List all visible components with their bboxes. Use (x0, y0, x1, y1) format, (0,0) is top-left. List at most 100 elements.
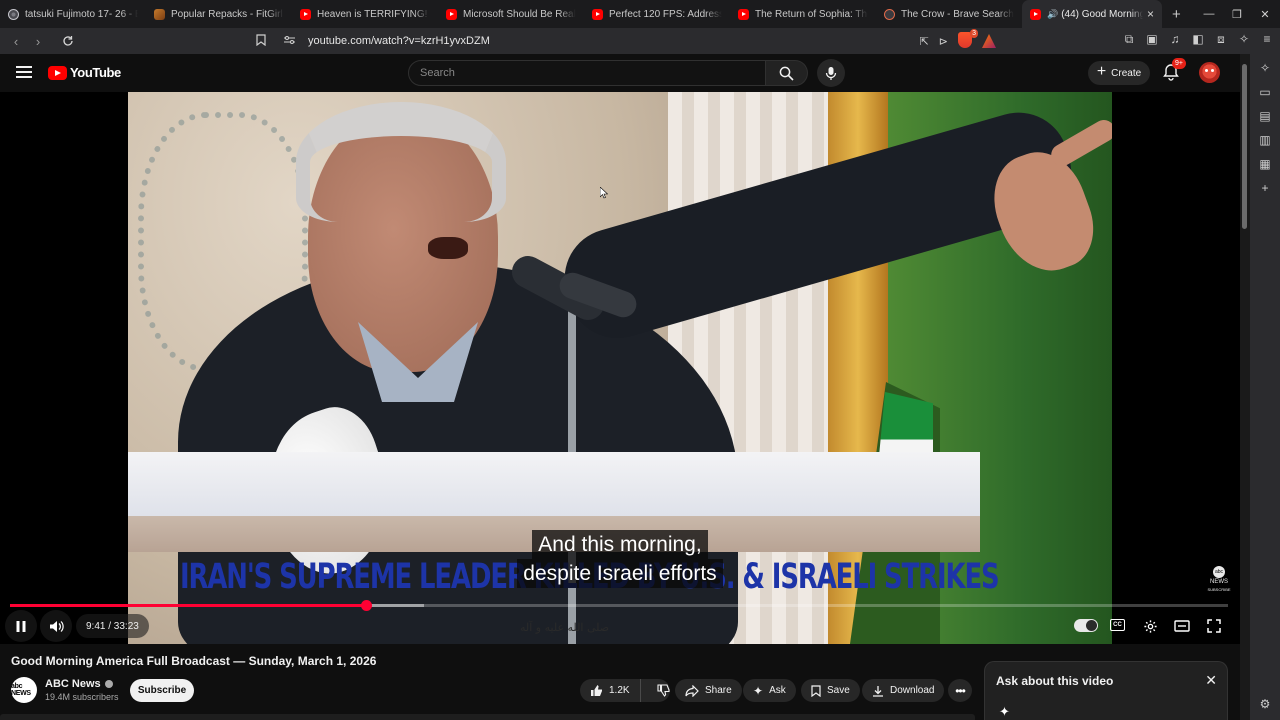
browser-tab[interactable]: Heaven is TERRIFYING! - Yo (292, 0, 438, 28)
channel-avatar[interactable]: abc NEWS (11, 677, 37, 703)
guide-menu-icon[interactable] (16, 66, 32, 78)
bookmarks-icon[interactable]: ▥ (1257, 132, 1273, 148)
volume-button[interactable] (40, 610, 72, 642)
cc-icon: CC (1113, 622, 1122, 628)
window-controls: — ❐ ✕ (1202, 0, 1272, 28)
open-external-icon[interactable]: ⇱ (920, 35, 929, 48)
address-bar[interactable]: youtube.com/watch?v=kzrH1yvxDZM ⇱ ⊳ 3 (256, 28, 1002, 52)
browser-tab[interactable]: The Return of Sophia: The F (730, 0, 876, 28)
site-settings-icon[interactable] (284, 35, 300, 48)
back-button[interactable]: ‹ (6, 31, 26, 51)
ask-label: Ask (769, 685, 786, 696)
fitgirl-icon (154, 8, 165, 20)
youtube-play-icon (48, 65, 67, 80)
url-text[interactable]: youtube.com/watch?v=kzrH1yvxDZM (308, 35, 920, 47)
extensions-icon[interactable]: ⧉ (1122, 32, 1136, 47)
mouse-cursor-icon (600, 187, 608, 199)
music-icon[interactable]: ♫ (1168, 32, 1182, 47)
send-icon[interactable]: ⊳ (939, 35, 948, 48)
download-button[interactable]: Download (862, 679, 945, 702)
thumbs-up-icon (591, 685, 602, 696)
like-count: 1.2K (609, 685, 630, 696)
leo-icon[interactable]: ✧ (1237, 32, 1251, 47)
close-window-button[interactable]: ✕ (1258, 8, 1272, 21)
search-button[interactable] (766, 60, 808, 86)
speaker-icon[interactable]: 🔊 (1047, 9, 1058, 20)
page-content-edge (0, 714, 975, 720)
pause-button[interactable] (5, 610, 37, 642)
youtube-icon (738, 8, 749, 20)
browser-tab[interactable]: The Crow - Brave Search (876, 0, 1022, 28)
scrollbar-thumb[interactable] (1242, 64, 1247, 229)
browser-tab-active[interactable]: 🔊 (44) Good Morning A × (1022, 0, 1162, 28)
ask-about-video-panel: Ask about this video ✕ ✦ (984, 661, 1228, 720)
sidebar-toggle-icon[interactable]: ◧ (1191, 32, 1205, 47)
pause-icon (16, 620, 26, 632)
sidebar-settings-icon[interactable]: ⚙ (1257, 696, 1273, 712)
watermark-text: NEWS (1210, 579, 1228, 585)
fullscreen-button[interactable] (1204, 614, 1224, 638)
voice-search-button[interactable] (817, 59, 845, 87)
like-button[interactable]: 1.2K (580, 679, 641, 702)
brave-rewards-icon[interactable] (982, 34, 996, 48)
channel-name: ABC News (45, 678, 101, 690)
menu-icon[interactable]: ≡ (1260, 32, 1274, 47)
captions-button[interactable]: CC (1110, 619, 1125, 631)
search-placeholder: Search (420, 67, 455, 79)
video-title: Good Morning America Full Broadcast — Su… (11, 654, 377, 668)
wallet-icon[interactable]: ▣ (1145, 32, 1159, 47)
ask-panel-title: Ask about this video (996, 674, 1114, 688)
browser-tab[interactable]: tatsuki Fujimoto 17- 26 - Br (0, 0, 146, 28)
youtube-logo[interactable]: YouTube (48, 65, 121, 80)
more-actions-button[interactable]: ••• (948, 679, 972, 702)
add-sidebar-item-icon[interactable]: + (1257, 180, 1273, 196)
forward-button[interactable]: › (28, 31, 48, 51)
autoplay-toggle[interactable] (1074, 619, 1098, 632)
search-input[interactable]: Search (408, 60, 766, 86)
fullscreen-icon (1207, 619, 1221, 633)
create-button[interactable]: + Create (1088, 61, 1150, 85)
youtube-wordmark: YouTube (70, 65, 121, 80)
minimize-button[interactable]: — (1202, 8, 1216, 20)
thumbs-down-icon (657, 684, 670, 697)
book-icon[interactable]: ▦ (1257, 156, 1273, 172)
tab-title: Microsoft Should Be Really (463, 8, 576, 20)
download-label: Download (890, 685, 935, 696)
scrubber-handle[interactable] (360, 600, 372, 611)
leo-ai-icon[interactable]: ✧ (1257, 60, 1273, 76)
settings-button[interactable] (1140, 614, 1160, 638)
browser-tab[interactable]: Popular Repacks - FitGirl Re (146, 0, 292, 28)
create-label: Create (1111, 67, 1142, 79)
page-scrollbar[interactable] (1240, 54, 1250, 720)
share-button[interactable]: Share (675, 679, 742, 702)
bookmark-icon[interactable] (256, 33, 272, 49)
youtube-icon (1030, 8, 1041, 20)
reload-button[interactable] (58, 31, 78, 51)
save-button[interactable]: Save (801, 679, 860, 702)
browser-tab[interactable]: Microsoft Should Be Really (438, 0, 584, 28)
reading-list-icon[interactable]: ▭ (1257, 84, 1273, 100)
reload-icon (63, 36, 73, 46)
subscribe-button[interactable]: Subscribe (130, 679, 194, 702)
subscriber-count: 19.4M subscribers (45, 692, 119, 702)
brave-shields-button[interactable]: 3 (958, 28, 978, 51)
caption-window: And this morning, despite Israeli effort… (0, 530, 1240, 588)
progress-bar[interactable] (10, 600, 1228, 611)
theater-mode-button[interactable] (1172, 614, 1192, 638)
caption-line: And this morning, (532, 530, 708, 559)
abc-news-watermark[interactable]: abc NEWS SUBSCRIBE (1206, 566, 1232, 593)
maximize-button[interactable]: ❐ (1230, 8, 1244, 21)
wallet-sidebar-icon[interactable]: ▤ (1257, 108, 1273, 124)
verified-badge-icon (104, 680, 113, 688)
browser-tab[interactable]: Perfect 120 FPS: Addressing (584, 0, 730, 28)
screenshot-icon[interactable]: ⧈ (1214, 32, 1228, 47)
user-avatar[interactable] (1199, 62, 1220, 83)
ask-button[interactable]: ✦ Ask (743, 679, 796, 702)
channel-name-link[interactable]: ABC News (45, 678, 113, 690)
brave-icon (8, 8, 19, 20)
close-icon[interactable]: × (1147, 7, 1154, 21)
theater-mode-icon (1174, 620, 1190, 632)
new-tab-button[interactable]: + (1172, 6, 1181, 23)
close-icon[interactable]: ✕ (1205, 672, 1217, 689)
share-icon (685, 684, 699, 697)
